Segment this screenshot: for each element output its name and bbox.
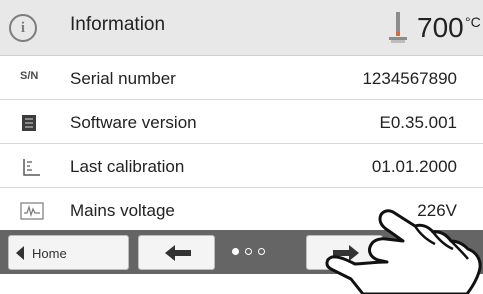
calibration-icon [23,159,40,176]
mains-voltage-label: Mains voltage [70,201,175,220]
software-version-label: Software version [70,113,197,132]
left-triangle-icon [16,246,24,260]
back-button[interactable] [138,235,215,270]
software-version-value: E0.35.001 [379,113,457,132]
serial-number-icon: S/N [20,70,39,82]
serial-number-value: 1234567890 [362,69,457,88]
info-icon: i [9,14,37,42]
mains-voltage-icon [20,202,44,220]
temperature-value: 700 [417,12,464,43]
last-calibration-value: 01.01.2000 [371,157,457,176]
header-bar: i Information 700 °C [0,0,483,56]
pointing-hand-icon [325,209,482,294]
page-dot-1 [232,248,239,255]
page-title: Information [70,14,166,35]
page-dot-3 [258,248,265,255]
page-dot-2 [245,248,252,255]
software-version-icon [22,115,36,131]
page-indicator [232,248,292,258]
home-button-label: Home [32,246,67,261]
home-button[interactable]: Home [8,235,129,270]
list-item-software-version: Software version E0.35.001 [0,100,483,144]
last-calibration-label: Last calibration [70,157,185,176]
list-item-serial-number: S/N Serial number 1234567890 [0,56,483,100]
list-item-last-calibration: Last calibration 01.01.2000 [0,144,483,188]
temperature-unit: °C [465,14,481,30]
serial-number-label: Serial number [70,69,176,88]
arrow-left-icon [165,245,191,261]
thermometer-icon [389,12,407,43]
information-screen: i Information 700 °C S/N Serial number 1… [0,0,483,294]
